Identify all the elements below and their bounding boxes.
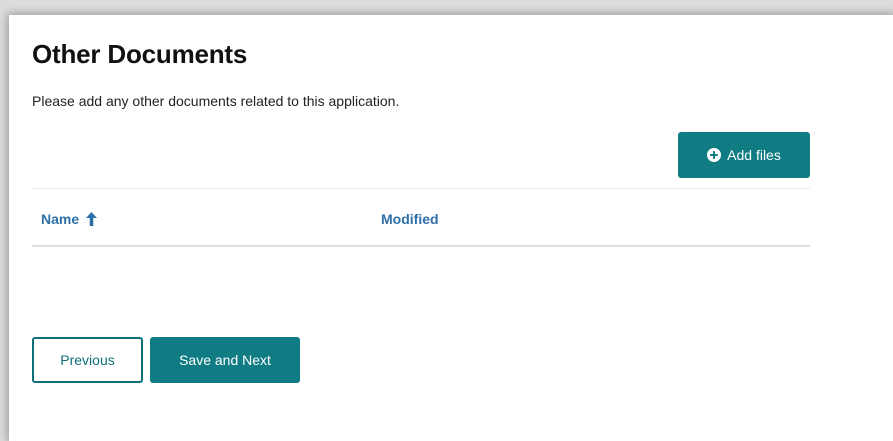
column-header-name[interactable]: Name xyxy=(41,211,98,227)
column-header-name-label: Name xyxy=(41,211,80,227)
previous-button[interactable]: Previous xyxy=(32,337,143,383)
section-description: Please add any other documents related t… xyxy=(32,93,400,109)
add-files-button[interactable]: Add files xyxy=(678,132,810,178)
save-and-next-button[interactable]: Save and Next xyxy=(150,337,300,383)
documents-panel: Other Documents Please add any other doc… xyxy=(9,15,893,441)
column-header-modified-label: Modified xyxy=(381,211,439,227)
plus-circle-icon xyxy=(707,148,722,162)
divider xyxy=(32,188,810,189)
arrow-up-icon xyxy=(86,212,98,226)
add-files-label: Add files xyxy=(727,147,781,163)
table-header-divider xyxy=(32,245,810,247)
page-title: Other Documents xyxy=(32,39,248,69)
column-header-modified[interactable]: Modified xyxy=(381,211,439,227)
